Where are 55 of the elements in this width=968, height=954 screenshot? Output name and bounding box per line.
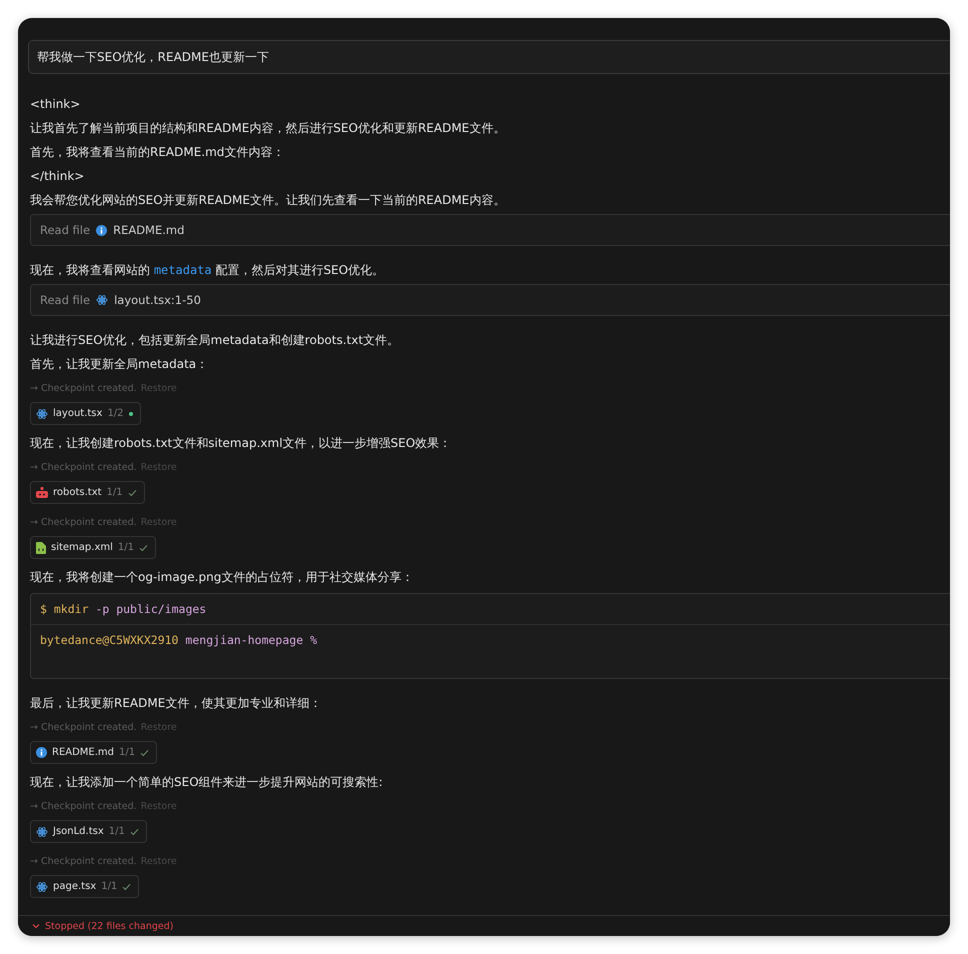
checkpoint-text: → Checkpoint created. <box>30 855 137 869</box>
change-count: 1/1 <box>118 542 134 553</box>
change-count: 1/1 <box>106 487 123 498</box>
read-file-card[interactable]: Read file README.md <box>30 214 950 246</box>
file-chip[interactable]: page.tsx 1/1 <box>30 875 140 898</box>
message-text: 我会帮您优化网站的SEO并更新README文件。让我们先查看一下当前的README内容。 <box>29 192 506 209</box>
file-chip[interactable]: JsonLd.tsx 1/1 <box>30 820 147 843</box>
terminal-command: $ mkdir -p public/images <box>40 602 206 616</box>
atom-icon <box>36 826 48 838</box>
message-text: 现在，让我添加一个简单的SEO组件来进一步提升网站的可搜索性: <box>29 774 384 791</box>
file-chip[interactable]: layout.tsx 1/2 <box>30 402 141 425</box>
file-name: layout.tsx:1-50 <box>114 293 201 307</box>
checkpoint-text: → Checkpoint created. <box>30 516 137 530</box>
tool-label: Read file <box>40 223 90 237</box>
message-text: 现在，我将创建一个og-image.png文件的占位符，用于社交媒体分享： <box>29 569 414 586</box>
file-name: README.md <box>52 747 114 758</box>
message-text: 首先，我将查看当前的README.md文件内容： <box>29 144 286 161</box>
message-text: 让我首先了解当前项目的结构和README内容，然后进行SEO优化和更新README文件。 <box>29 120 506 137</box>
tool-label: Read file <box>40 293 90 307</box>
message-text: 让我进行SEO优化，包括更新全局metadata和创建robots.txt文件。 <box>29 332 400 349</box>
message-text: 现在，让我创建robots.txt文件和sitemap.xml文件，以进一步增强SEO效果： <box>29 435 452 452</box>
message-text: 最后，让我更新README文件，使其更加专业和详细： <box>29 695 322 712</box>
file-name: layout.tsx <box>53 408 102 419</box>
info-icon <box>96 224 108 236</box>
checkpoint-text: → Checkpoint created. <box>30 382 137 396</box>
message-text: 现在，我将查看网站的 metadata 配置，然后对其进行SEO优化。 <box>29 262 386 279</box>
message-text: 首先，让我更新全局metadata： <box>29 356 210 373</box>
checkpoint-text: → Checkpoint created. <box>30 800 137 814</box>
file-chip[interactable]: robots.txt 1/1 <box>30 481 145 504</box>
atom-icon <box>36 408 48 420</box>
terminal-prompt: bytedance@C5WXKX2910 mengjian-homepage % <box>40 633 317 647</box>
robot-icon <box>36 487 48 498</box>
atom-icon <box>96 294 108 306</box>
message-text: <think> <box>29 96 82 113</box>
file-name: page.tsx <box>53 881 96 892</box>
chevron-down-icon[interactable] <box>32 923 40 929</box>
file-icon <box>36 542 46 554</box>
status-text: Stopped (22 files changed) <box>45 920 174 932</box>
file-name: JsonLd.tsx <box>53 826 104 837</box>
change-count: 1/1 <box>119 747 136 758</box>
change-count: 1/1 <box>108 826 125 837</box>
message-text: </think> <box>29 168 86 185</box>
change-count: 1/1 <box>101 881 118 892</box>
checkpoint-text: → Checkpoint created. <box>30 461 137 475</box>
file-chip[interactable]: sitemap.xml 1/1 <box>30 536 156 559</box>
read-file-card[interactable]: Read file layout.tsx:1-50 <box>30 284 950 316</box>
file-name: robots.txt <box>53 487 102 498</box>
change-count: 1/2 <box>107 408 124 419</box>
atom-icon <box>36 880 48 892</box>
file-name: README.md <box>113 223 184 237</box>
user-prompt: 帮我做一下SEO优化，README也更新一下 <box>28 40 950 74</box>
checkpoint-text: → Checkpoint created. <box>30 721 137 735</box>
info-icon <box>36 747 47 758</box>
file-chip[interactable]: README.md 1/1 <box>30 741 158 764</box>
file-name: sitemap.xml <box>51 542 113 553</box>
